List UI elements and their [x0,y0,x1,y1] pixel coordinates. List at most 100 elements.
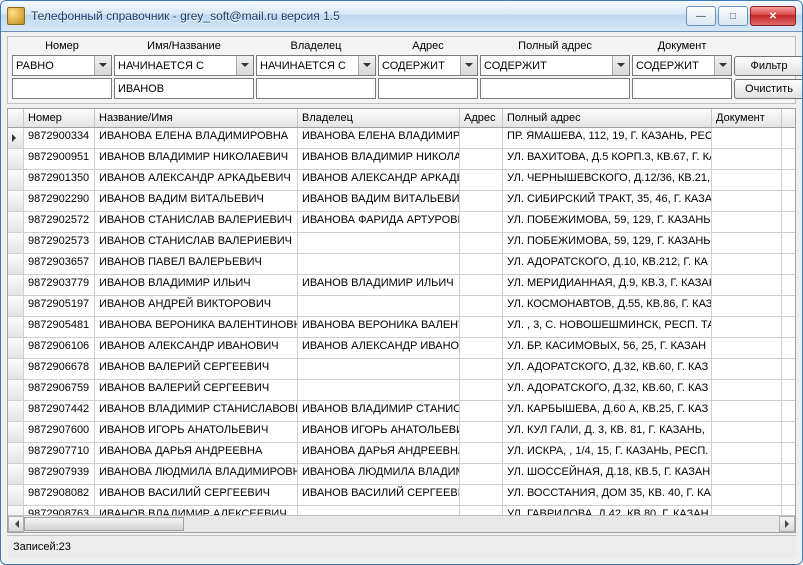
clear-button[interactable]: Очистить [734,79,803,99]
header-fulladdress[interactable]: Полный адрес [503,109,712,127]
cell-address [460,254,503,274]
status-bar: Записей:23 [7,535,796,558]
cell-name: ИВАНОВ ИГОРЬ АНАТОЛЬЕВИЧ [95,422,298,442]
close-button[interactable]: ✕ [750,6,796,26]
cell-owner: ИВАНОВ АЛЕКСАНДР АРКАДЬЕВИЧ [298,170,460,190]
cell-name: ИВАНОВ ВЛАДИМИР НИКОЛАЕВИЧ [95,149,298,169]
grid-header: Номер Название/Имя Владелец Адрес Полный… [8,109,795,128]
table-row[interactable]: 9872907442ИВАНОВ ВЛАДИМИР СТАНИСЛАВОВИЧИ… [8,401,795,422]
cell-number: 9872900951 [24,149,95,169]
cell-number: 9872902290 [24,191,95,211]
header-name[interactable]: Название/Имя [95,109,298,127]
op-number-combo[interactable]: РАВНО [12,55,112,76]
minimize-button[interactable]: — [686,6,716,26]
table-row[interactable]: 9872903657ИВАНОВ ПАВЕЛ ВАЛЕРЬЕВИЧУЛ. АДО… [8,254,795,275]
op-address-combo[interactable]: СОДЕРЖИТ [378,55,478,76]
cell-name: ИВАНОВ ВЛАДИМИР АЛЕКСЕЕВИЧ [95,506,298,515]
op-fulladdress-combo[interactable]: СОДЕРЖИТ [480,55,630,76]
cell-owner: ИВАНОВА ДАРЬЯ АНДРЕЕВНА [298,443,460,463]
scroll-right-button[interactable] [779,516,795,532]
table-row[interactable]: 9872908763ИВАНОВ ВЛАДИМИР АЛЕКСЕЕВИЧУЛ. … [8,506,795,515]
row-marker [8,359,24,379]
op-name-combo[interactable]: НАЧИНАЕТСЯ С [114,55,254,76]
cell-fulladdress: ПР. ЯМАШЕВА, 112, 19, Г. КАЗАНЬ, РЕСП [503,128,712,148]
label-name: Имя/Название [114,39,254,53]
cell-address [460,317,503,337]
cell-address [460,275,503,295]
row-marker [8,149,24,169]
cell-fulladdress: УЛ. СИБИРСКИЙ ТРАКТ, 35, 46, Г. КАЗАН [503,191,712,211]
table-row[interactable]: 9872908082ИВАНОВ ВАСИЛИЙ СЕРГЕЕВИЧИВАНОВ… [8,485,795,506]
table-row[interactable]: 9872905197ИВАНОВ АНДРЕЙ ВИКТОРОВИЧУЛ. КО… [8,296,795,317]
grid-body[interactable]: 9872900334ИВАНОВА ЕЛЕНА ВЛАДИМИРОВНАИВАН… [8,128,795,515]
cell-address [460,128,503,148]
cell-owner: ИВАНОВА ВЕРОНИКА ВАЛЕНТИНОВНА [298,317,460,337]
cell-owner: ИВАНОВА ФАРИДА АРТУРОВНА [298,212,460,232]
header-marker[interactable] [8,109,24,127]
op-number-value: РАВНО [16,60,54,72]
cell-address [460,233,503,253]
label-document: Документ [632,39,732,53]
table-row[interactable]: 9872905481ИВАНОВА ВЕРОНИКА ВАЛЕНТИНОВНАИ… [8,317,795,338]
label-address: Адрес [378,39,478,53]
cell-name: ИВАНОВ СТАНИСЛАВ ВАЛЕРИЕВИЧ [95,233,298,253]
header-document[interactable]: Документ [712,109,782,127]
dropdown-arrow-icon [94,56,111,75]
header-address[interactable]: Адрес [460,109,503,127]
cell-fulladdress: УЛ. АДОРАТСКОГО, Д.32, КВ.60, Г. КАЗ [503,359,712,379]
cell-number: 9872905197 [24,296,95,316]
cell-fulladdress: УЛ. АДОРАТСКОГО, Д.10, КВ.212, Г. КА [503,254,712,274]
table-row[interactable]: 9872906759ИВАНОВ ВАЛЕРИЙ СЕРГЕЕВИЧУЛ. АД… [8,380,795,401]
table-row[interactable]: 9872900334ИВАНОВА ЕЛЕНА ВЛАДИМИРОВНАИВАН… [8,128,795,149]
value-name-input[interactable]: ИВАНОВ [114,78,254,99]
maximize-button[interactable]: □ [718,6,748,26]
cell-fulladdress: УЛ. ПОБЕЖИМОВА, 59, 129, Г. КАЗАНЬ, [503,212,712,232]
cell-number: 9872905481 [24,317,95,337]
cell-document [712,128,782,148]
table-row[interactable]: 9872901350ИВАНОВ АЛЕКСАНДР АРКАДЬЕВИЧИВА… [8,170,795,191]
cell-number: 9872901350 [24,170,95,190]
value-owner-input[interactable] [256,78,376,99]
row-marker [8,338,24,358]
cell-address [460,464,503,484]
row-marker [8,254,24,274]
row-marker [8,212,24,232]
value-document-input[interactable] [632,78,732,99]
cell-fulladdress: УЛ. ВАХИТОВА, Д.5 КОРП.3, КВ.67, Г. КАЗ [503,149,712,169]
status-text: Записей:23 [13,541,71,553]
table-row[interactable]: 9872906106ИВАНОВ АЛЕКСАНДР ИВАНОВИЧИВАНО… [8,338,795,359]
cell-fulladdress: УЛ. ИСКРА, , 1/4, 15, Г. КАЗАНЬ, РЕСП. [503,443,712,463]
cell-owner [298,380,460,400]
scroll-left-button[interactable] [8,516,24,532]
cell-document [712,275,782,295]
filter-button[interactable]: Фильтр [734,56,803,76]
table-row[interactable]: 9872906678ИВАНОВ ВАЛЕРИЙ СЕРГЕЕВИЧУЛ. АД… [8,359,795,380]
cell-fulladdress: УЛ. ГАВРИЛОВА, Д.42, КВ.80, Г. КАЗАН [503,506,712,515]
cell-address [460,212,503,232]
cell-document [712,233,782,253]
op-owner-combo[interactable]: НАЧИНАЕТСЯ С [256,55,376,76]
cell-number: 9872907600 [24,422,95,442]
value-fulladdress-input[interactable] [480,78,630,99]
op-owner-value: НАЧИНАЕТСЯ С [260,60,346,72]
op-document-combo[interactable]: СОДЕРЖИТ [632,55,732,76]
table-row[interactable]: 9872907939ИВАНОВА ЛЮДМИЛА ВЛАДИМИРОВНАИВ… [8,464,795,485]
cell-fulladdress: УЛ. ЧЕРНЫШЕВСКОГО, Д.12/36, КВ.21, [503,170,712,190]
table-row[interactable]: 9872902573ИВАНОВ СТАНИСЛАВ ВАЛЕРИЕВИЧУЛ.… [8,233,795,254]
horizontal-scrollbar[interactable] [8,515,795,532]
row-marker [8,443,24,463]
value-number-input[interactable] [12,78,112,99]
table-row[interactable]: 9872902290ИВАНОВ ВАДИМ ВИТАЛЬЕВИЧИВАНОВ … [8,191,795,212]
header-number[interactable]: Номер [24,109,95,127]
table-row[interactable]: 9872907710ИВАНОВА ДАРЬЯ АНДРЕЕВНАИВАНОВА… [8,443,795,464]
header-owner[interactable]: Владелец [298,109,460,127]
scroll-thumb[interactable] [24,517,184,531]
cell-address [460,149,503,169]
table-row[interactable]: 9872900951ИВАНОВ ВЛАДИМИР НИКОЛАЕВИЧИВАН… [8,149,795,170]
value-address-input[interactable] [378,78,478,99]
table-row[interactable]: 9872907600ИВАНОВ ИГОРЬ АНАТОЛЬЕВИЧИВАНОВ… [8,422,795,443]
table-row[interactable]: 9872902572ИВАНОВ СТАНИСЛАВ ВАЛЕРИЕВИЧИВА… [8,212,795,233]
table-row[interactable]: 9872903779ИВАНОВ ВЛАДИМИР ИЛЬИЧИВАНОВ ВЛ… [8,275,795,296]
row-marker [8,380,24,400]
cell-number: 9872906759 [24,380,95,400]
